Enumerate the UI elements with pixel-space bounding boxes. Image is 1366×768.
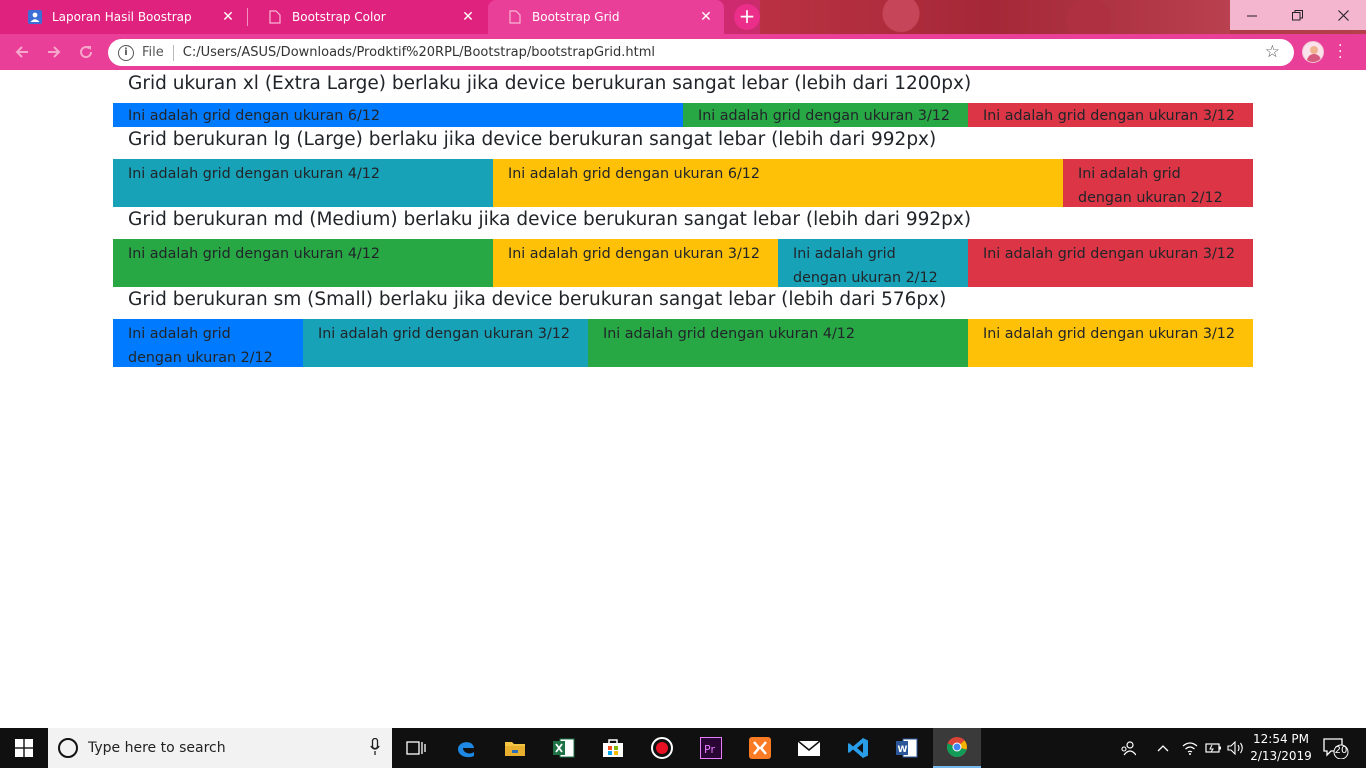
premiere-icon[interactable]: Pr (687, 728, 735, 768)
microphone-icon (370, 738, 380, 755)
close-window-button[interactable] (1320, 0, 1366, 30)
grid-col: Ini adalah grid dengan ukuran 6/12 (493, 159, 1063, 207)
reload-button[interactable] (76, 42, 96, 62)
scheme-label: File (142, 45, 164, 60)
grid-col: Ini adalah grid dengan ukuran 4/12 (113, 239, 493, 287)
grid-col: Ini adalah grid dengan ukuran 3/12 (303, 319, 588, 367)
contacts-icon (28, 10, 42, 24)
grid-col: Ini adalah grid dengan ukuran 4/12 (113, 159, 493, 207)
grid-row-md: Ini adalah grid dengan ukuran 4/12 Ini a… (113, 239, 1253, 287)
forward-arrow-icon (48, 46, 61, 58)
grid-row-sm: Ini adalah grid dengan ukuran 2/12 Ini a… (113, 319, 1253, 367)
grid-col: Ini adalah grid dengan ukuran 3/12 (968, 103, 1253, 127)
address-divider (172, 44, 174, 61)
back-arrow-icon (15, 46, 28, 58)
tab-close-icon[interactable]: ✕ (460, 9, 476, 25)
profile-avatar[interactable] (1302, 41, 1324, 63)
grid-row-lg: Ini adalah grid dengan ukuran 4/12 Ini a… (113, 159, 1253, 207)
tab-title: Laporan Hasil Boostrap (52, 10, 192, 24)
restore-icon (1292, 9, 1303, 20)
info-icon[interactable]: i (118, 44, 134, 61)
page-content: Grid ukuran xl (Extra Large) berlaku jik… (0, 70, 1366, 728)
minimize-icon (1247, 15, 1257, 16)
menu-kebab-icon[interactable]: · · · (1338, 39, 1344, 65)
close-icon (1337, 9, 1349, 21)
section-heading-xl: Grid ukuran xl (Extra Large) berlaku jik… (128, 73, 972, 94)
tab-close-icon[interactable]: ✕ (698, 9, 714, 25)
restore-button[interactable] (1275, 0, 1320, 30)
xampp-icon[interactable] (736, 728, 784, 768)
chrome-icon[interactable] (933, 728, 981, 768)
back-button[interactable] (12, 42, 32, 62)
system-clock[interactable]: 12:54 PM 2/13/2019 (1250, 731, 1312, 765)
recorder-icon[interactable] (638, 728, 686, 768)
grid-col: Ini adalah grid dengan ukuran 3/12 (493, 239, 778, 287)
grid-col: Ini adalah grid dengan ukuran 4/12 (588, 319, 968, 367)
grid-col: Ini adalah grid dengan ukuran 2/12 (113, 319, 303, 367)
clock-date: 2/13/2019 (1250, 749, 1312, 763)
grid-col: Ini adalah grid dengan ukuran 3/12 (968, 239, 1253, 287)
tab-strip: Laporan Hasil Boostrap ✕ Bootstrap Color… (0, 0, 1366, 34)
action-center-button[interactable]: 20 (1322, 737, 1350, 760)
store-icon[interactable] (589, 728, 637, 768)
tab-bootstrap-color[interactable]: Bootstrap Color ✕ (248, 0, 486, 34)
browser-toolbar: i File C:/Users/ASUS/Downloads/Prodktif%… (0, 34, 1366, 70)
section-heading-md: Grid berukuran md (Medium) berlaku jika … (128, 209, 972, 230)
taskbar-search[interactable]: Type here to search (48, 728, 392, 768)
windows-logo-icon (15, 739, 33, 757)
file-explorer-icon[interactable] (491, 728, 539, 768)
url-text[interactable]: C:/Users/ASUS/Downloads/Prodktif%20RPL/B… (183, 45, 655, 60)
theme-texture (760, 0, 1230, 34)
grid-col: Ini adalah grid dengan ukuran 3/12 (683, 103, 968, 127)
chevron-up-icon[interactable] (1157, 728, 1171, 768)
windows-taskbar: Type here to search Pr W 12:54 PM 2/13/2… (0, 728, 1366, 768)
vscode-icon[interactable] (834, 728, 882, 768)
page-icon (268, 10, 282, 24)
tab-title: Bootstrap Grid (532, 10, 620, 24)
clock-time: 12:54 PM (1253, 732, 1309, 746)
wifi-icon[interactable] (1182, 728, 1198, 768)
page-icon (508, 10, 522, 24)
grid-col: Ini adalah grid dengan ukuran 2/12 (778, 239, 968, 287)
tab-title: Bootstrap Color (292, 10, 386, 24)
edge-icon[interactable] (442, 728, 490, 768)
tab-close-icon[interactable]: ✕ (220, 9, 236, 25)
mail-icon[interactable] (785, 728, 833, 768)
tab-laporan[interactable]: Laporan Hasil Boostrap ✕ (8, 0, 246, 34)
grid-col: Ini adalah grid dengan ukuran 6/12 (113, 103, 683, 127)
battery-icon[interactable] (1204, 728, 1222, 768)
new-tab-button[interactable]: + (734, 4, 760, 30)
cortana-icon (58, 738, 78, 758)
svg-text:W: W (898, 745, 908, 755)
minimize-button[interactable] (1230, 0, 1275, 30)
excel-icon[interactable] (540, 728, 588, 768)
tab-bootstrap-grid[interactable]: Bootstrap Grid ✕ (488, 0, 724, 34)
start-button[interactable] (0, 728, 48, 768)
bookmark-star-icon[interactable]: ☆ (1265, 42, 1280, 62)
grid-col: Ini adalah grid dengan ukuran 3/12 (968, 319, 1253, 367)
people-icon[interactable] (1120, 728, 1138, 768)
search-placeholder: Type here to search (88, 740, 226, 756)
grid-col: Ini adalah grid dengan ukuran 2/12 (1063, 159, 1253, 207)
section-heading-lg: Grid berukuran lg (Large) berlaku jika d… (128, 129, 937, 150)
address-bar[interactable]: i File C:/Users/ASUS/Downloads/Prodktif%… (108, 39, 1294, 66)
task-view-icon[interactable] (392, 728, 440, 768)
section-heading-sm: Grid berukuran sm (Small) berlaku jika d… (128, 289, 947, 310)
grid-row-xl: Ini adalah grid dengan ukuran 6/12 Ini a… (113, 103, 1253, 127)
svg-text:Pr: Pr (704, 743, 715, 756)
reload-icon (80, 46, 93, 59)
forward-button[interactable] (44, 42, 64, 62)
word-icon[interactable]: W (883, 728, 931, 768)
volume-icon[interactable] (1227, 728, 1245, 768)
notification-count: 20 (1334, 745, 1348, 756)
